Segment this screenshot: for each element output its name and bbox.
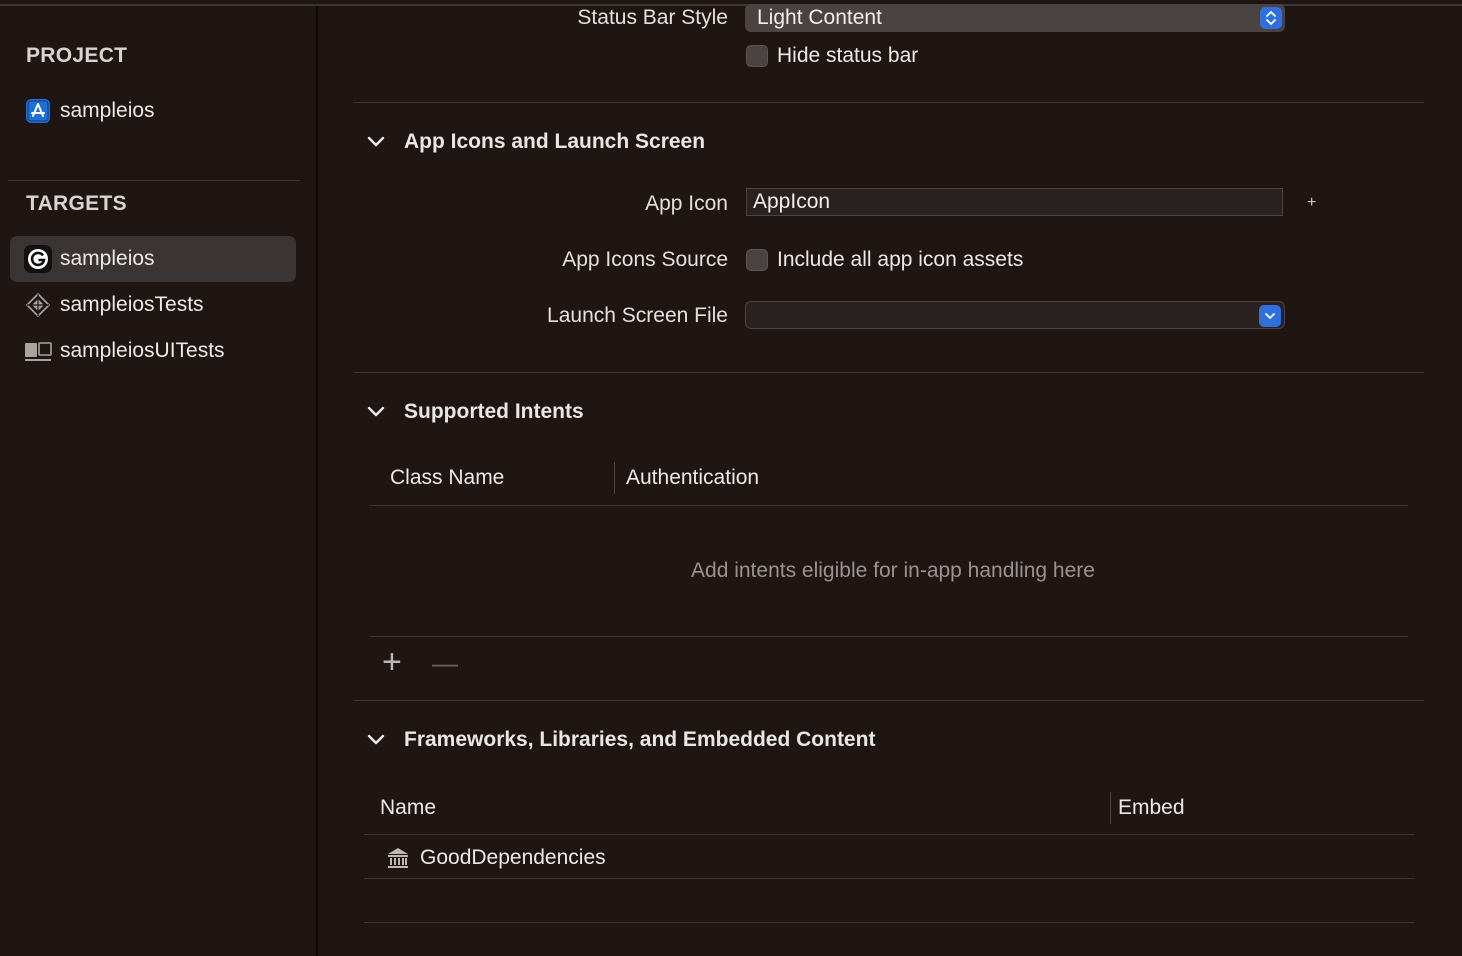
sidebar-item-project-sampleios[interactable]: sampleios — [10, 88, 296, 134]
remove-intent-button[interactable]: — — [432, 648, 458, 678]
column-divider — [614, 462, 615, 494]
table-header-divider — [364, 834, 1414, 835]
table-row-divider — [364, 878, 1414, 879]
library-icon — [388, 848, 408, 868]
hide-status-bar-checkbox[interactable] — [746, 45, 768, 67]
navigator-sidebar: PROJECT sampleios TARGETS sampleios samp… — [0, 6, 316, 956]
status-bar-style-popup[interactable]: Light Content — [745, 4, 1285, 32]
table-header-divider — [370, 505, 1408, 506]
sidebar-item-label: sampleiosTests — [60, 293, 204, 316]
chevron-down-icon[interactable] — [366, 730, 386, 750]
sidebar-item-label: sampleiosUITests — [60, 339, 225, 362]
table-bottom-divider — [370, 636, 1408, 637]
column-header-embed[interactable]: Embed — [1118, 796, 1185, 820]
table-row[interactable]: GoodDependencies — [364, 836, 1414, 878]
app-icon-value: AppIcon — [753, 190, 831, 213]
framework-name: GoodDependencies — [420, 846, 606, 869]
app-icons-section-title: App Icons and Launch Screen — [404, 130, 706, 153]
add-intent-button[interactable]: + — [382, 644, 402, 680]
up-down-chevron-icon — [1260, 7, 1282, 29]
test-bundle-icon — [24, 291, 52, 319]
status-bar-style-label: Status Bar Style — [577, 6, 728, 29]
launch-screen-file-popup[interactable] — [745, 301, 1285, 329]
ui-test-bundle-icon — [24, 337, 52, 365]
include-all-app-icons-checkbox[interactable] — [746, 249, 768, 271]
sidebar-divider — [8, 180, 300, 181]
app-store-icon — [24, 97, 52, 125]
app-icons-source-label: App Icons Source — [562, 248, 728, 271]
chevron-down-icon — [1259, 305, 1281, 327]
section-divider — [354, 700, 1424, 701]
column-header-authentication[interactable]: Authentication — [626, 466, 759, 490]
sidebar-item-target-sampleiostests[interactable]: sampleiosTests — [10, 282, 296, 328]
chevron-down-icon[interactable] — [366, 402, 386, 422]
section-divider — [354, 372, 1424, 373]
sidebar-border — [316, 6, 318, 956]
column-header-class-name[interactable]: Class Name — [390, 466, 504, 490]
frameworks-section-title: Frameworks, Libraries, and Embedded Cont… — [404, 728, 876, 751]
app-icon-label: App Icon — [645, 192, 728, 215]
targets-heading: TARGETS — [26, 192, 127, 215]
sidebar-item-target-sampleiosuitests[interactable]: sampleiosUITests — [10, 328, 296, 374]
supported-intents-section-title: Supported Intents — [404, 400, 584, 423]
intents-empty-placeholder: Add intents eligible for in-app handling… — [691, 559, 1095, 582]
project-heading: PROJECT — [26, 44, 128, 67]
app-icon-field[interactable]: AppIcon — [746, 188, 1283, 216]
column-divider — [1110, 792, 1111, 824]
launch-screen-file-label: Launch Screen File — [547, 304, 728, 327]
chevron-down-icon[interactable] — [366, 132, 386, 152]
include-all-app-icons-label: Include all app icon assets — [777, 248, 1024, 271]
table-bottom-divider — [364, 922, 1414, 923]
sidebar-item-label: sampleios — [60, 247, 155, 270]
sidebar-item-label: sampleios — [60, 99, 155, 122]
section-divider — [354, 102, 1424, 103]
sidebar-item-target-sampleios[interactable]: sampleios — [10, 236, 296, 282]
g-app-icon — [24, 245, 52, 273]
add-app-icon-button[interactable]: + — [1307, 194, 1316, 212]
status-bar-style-value: Light Content — [757, 6, 882, 29]
hide-status-bar-label: Hide status bar — [777, 44, 919, 67]
column-header-name[interactable]: Name — [380, 796, 436, 820]
